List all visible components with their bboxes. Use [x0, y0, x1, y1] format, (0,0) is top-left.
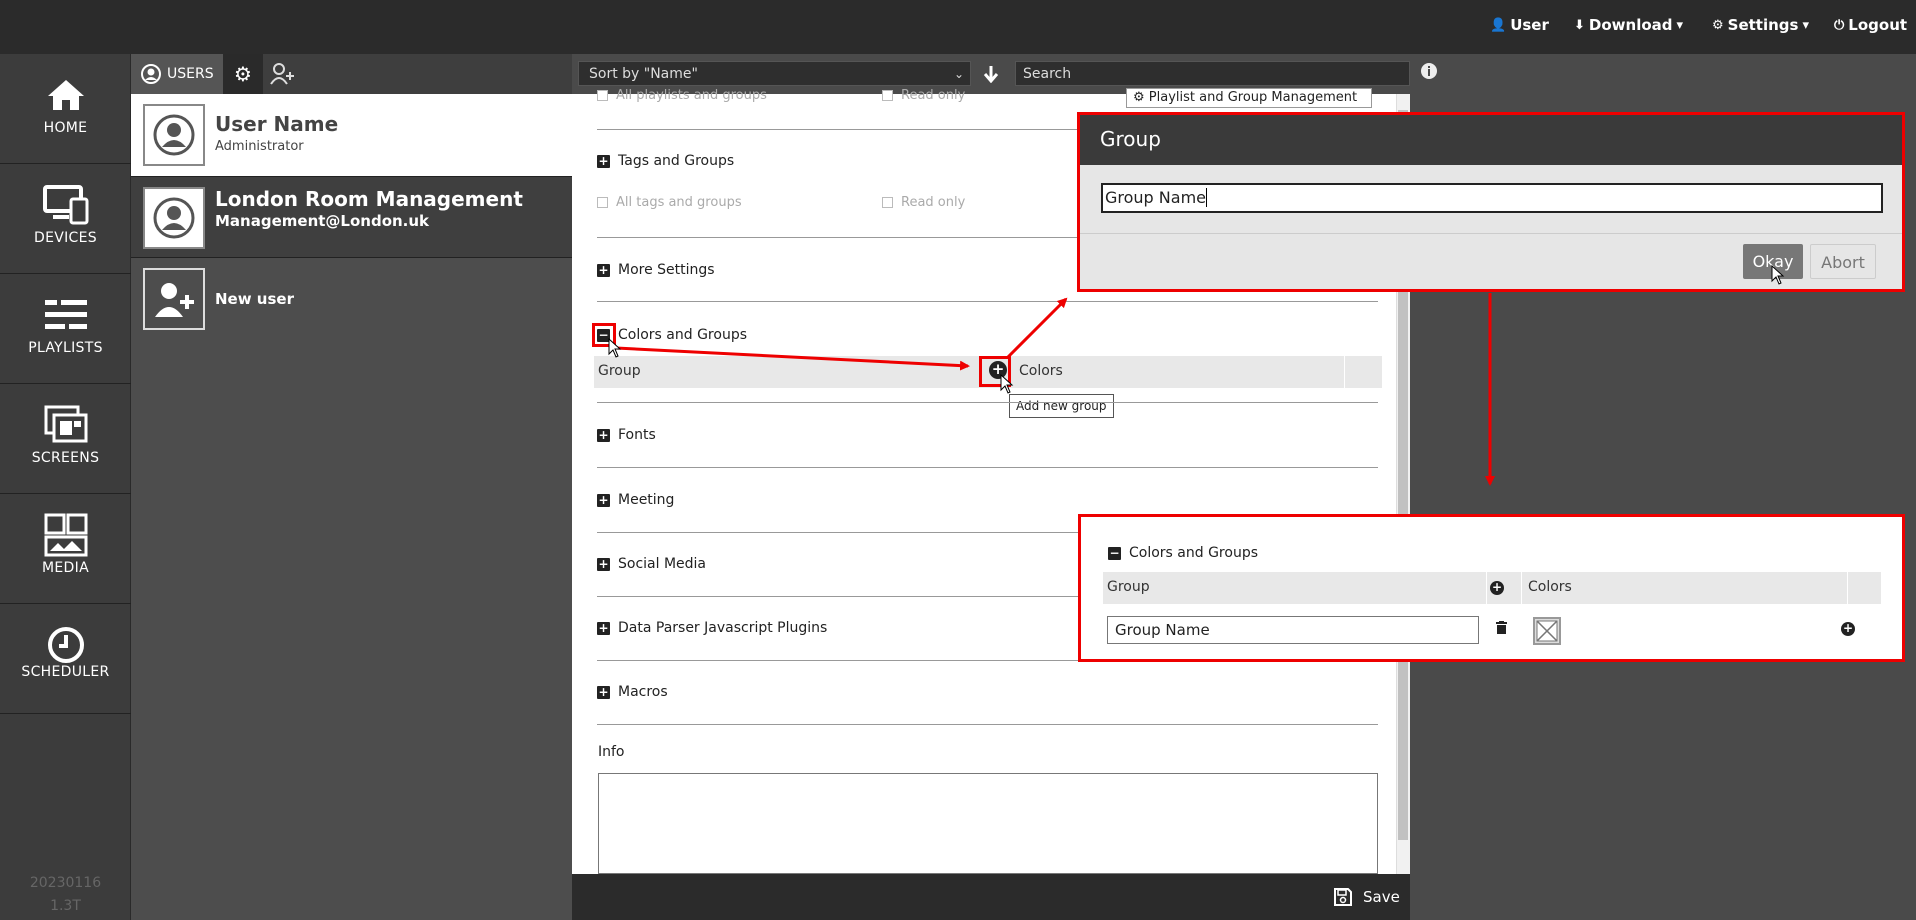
cursor-icon	[1771, 265, 1785, 285]
arrow-toggle-to-add	[615, 346, 970, 371]
dialog-divider	[1080, 233, 1902, 234]
color-swatch[interactable]	[1533, 617, 1561, 645]
preview-group-name-input[interactable]: Group Name	[1107, 616, 1479, 644]
group-name-input-value: Group Name	[1105, 188, 1206, 207]
dialog-title: Group	[1100, 127, 1161, 151]
cursor-icon	[608, 338, 622, 358]
divider	[1847, 572, 1848, 604]
arrow-add-to-dialog	[1006, 297, 1068, 359]
add-group-button[interactable]: +	[1490, 581, 1504, 595]
trash-icon[interactable]	[1496, 621, 1507, 634]
divider	[1521, 572, 1522, 604]
divider	[1486, 572, 1487, 604]
preview-section-title: Colors and Groups	[1129, 545, 1259, 561]
col-colors-header: Colors	[1528, 579, 1572, 595]
no-color-icon	[1536, 620, 1558, 642]
preview-section-header[interactable]: − Colors and Groups	[1108, 545, 1258, 561]
group-name-input[interactable]: Group Name	[1101, 183, 1883, 213]
text-caret	[1206, 188, 1207, 207]
colors-groups-preview: − Colors and Groups Group Colors + Group…	[1078, 514, 1905, 662]
add-color-button[interactable]: +	[1841, 622, 1855, 636]
col-group-header: Group	[1107, 579, 1150, 595]
preview-group-name-value: Group Name	[1115, 621, 1210, 639]
cursor-icon	[1000, 374, 1014, 394]
abort-button[interactable]: Abort	[1810, 244, 1876, 279]
abort-label: Abort	[1821, 253, 1865, 272]
minus-square-icon: −	[1108, 545, 1121, 560]
group-dialog: Group Group Name Okay Abort	[1077, 112, 1905, 292]
dialog-header: Group	[1080, 115, 1902, 165]
